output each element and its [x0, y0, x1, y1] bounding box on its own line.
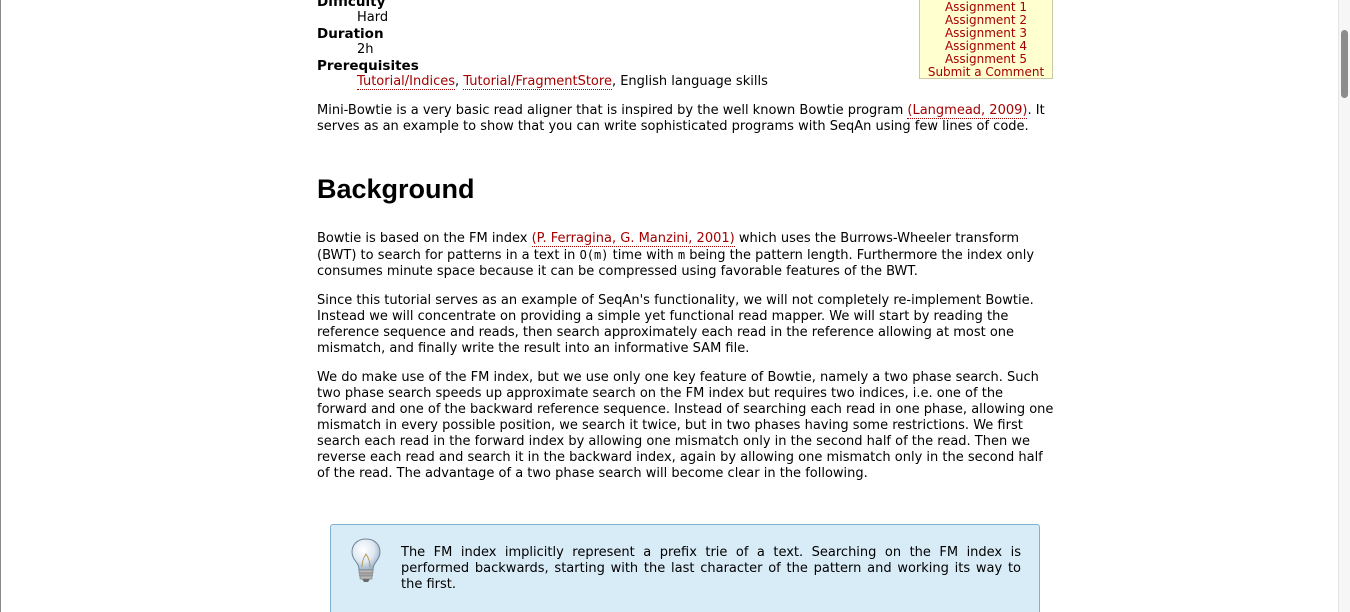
bg-p1-code-om: O(m) — [579, 248, 609, 262]
background-paragraph-3: We do make use of the FM index, but we u… — [317, 370, 1054, 481]
background-paragraph-2: Since this tutorial serves as an example… — [317, 293, 1034, 356]
tip-text: The FM index implicitly represent a pref… — [401, 545, 1021, 592]
tip-box: The FM index implicitly represent a pref… — [330, 524, 1040, 612]
lightbulb-icon — [351, 538, 381, 582]
citation-ferragina[interactable]: (P. Ferragina, G. Manzini, 2001) — [531, 231, 735, 247]
toc-item-submit-comment[interactable]: Submit a Comment — [920, 66, 1052, 79]
prereq-rest: , English language skills — [611, 74, 768, 89]
prereq-link-fragmentstore[interactable]: Tutorial/FragmentStore — [463, 74, 612, 90]
bg-p1-text-a: Bowtie is based on the FM index — [317, 231, 532, 246]
intro-text-1: Mini-Bowtie is a very basic read aligner… — [317, 103, 908, 118]
intro-paragraph: Mini-Bowtie is a very basic read aligner… — [317, 103, 1057, 135]
browser-viewport: Difficulty Hard Duration 2h Prerequisite… — [0, 0, 1350, 612]
background-paragraph-1: Bowtie is based on the FM index (P. Ferr… — [317, 231, 1057, 280]
background-heading: Background — [317, 174, 475, 204]
citation-langmead[interactable]: (Langmead, 2009) — [907, 103, 1028, 119]
bg-p1-text-c: time with — [608, 248, 678, 263]
bg-p1-code-m: m — [677, 248, 686, 262]
scrollbar-thumb[interactable] — [1341, 30, 1348, 98]
prereq-link-indices[interactable]: Tutorial/Indices — [357, 74, 456, 90]
vertical-scrollbar[interactable] — [1338, 0, 1350, 612]
prereq-separator: , — [455, 74, 460, 89]
table-of-contents: Assignment 1 Assignment 2 Assignment 3 A… — [919, 0, 1053, 79]
